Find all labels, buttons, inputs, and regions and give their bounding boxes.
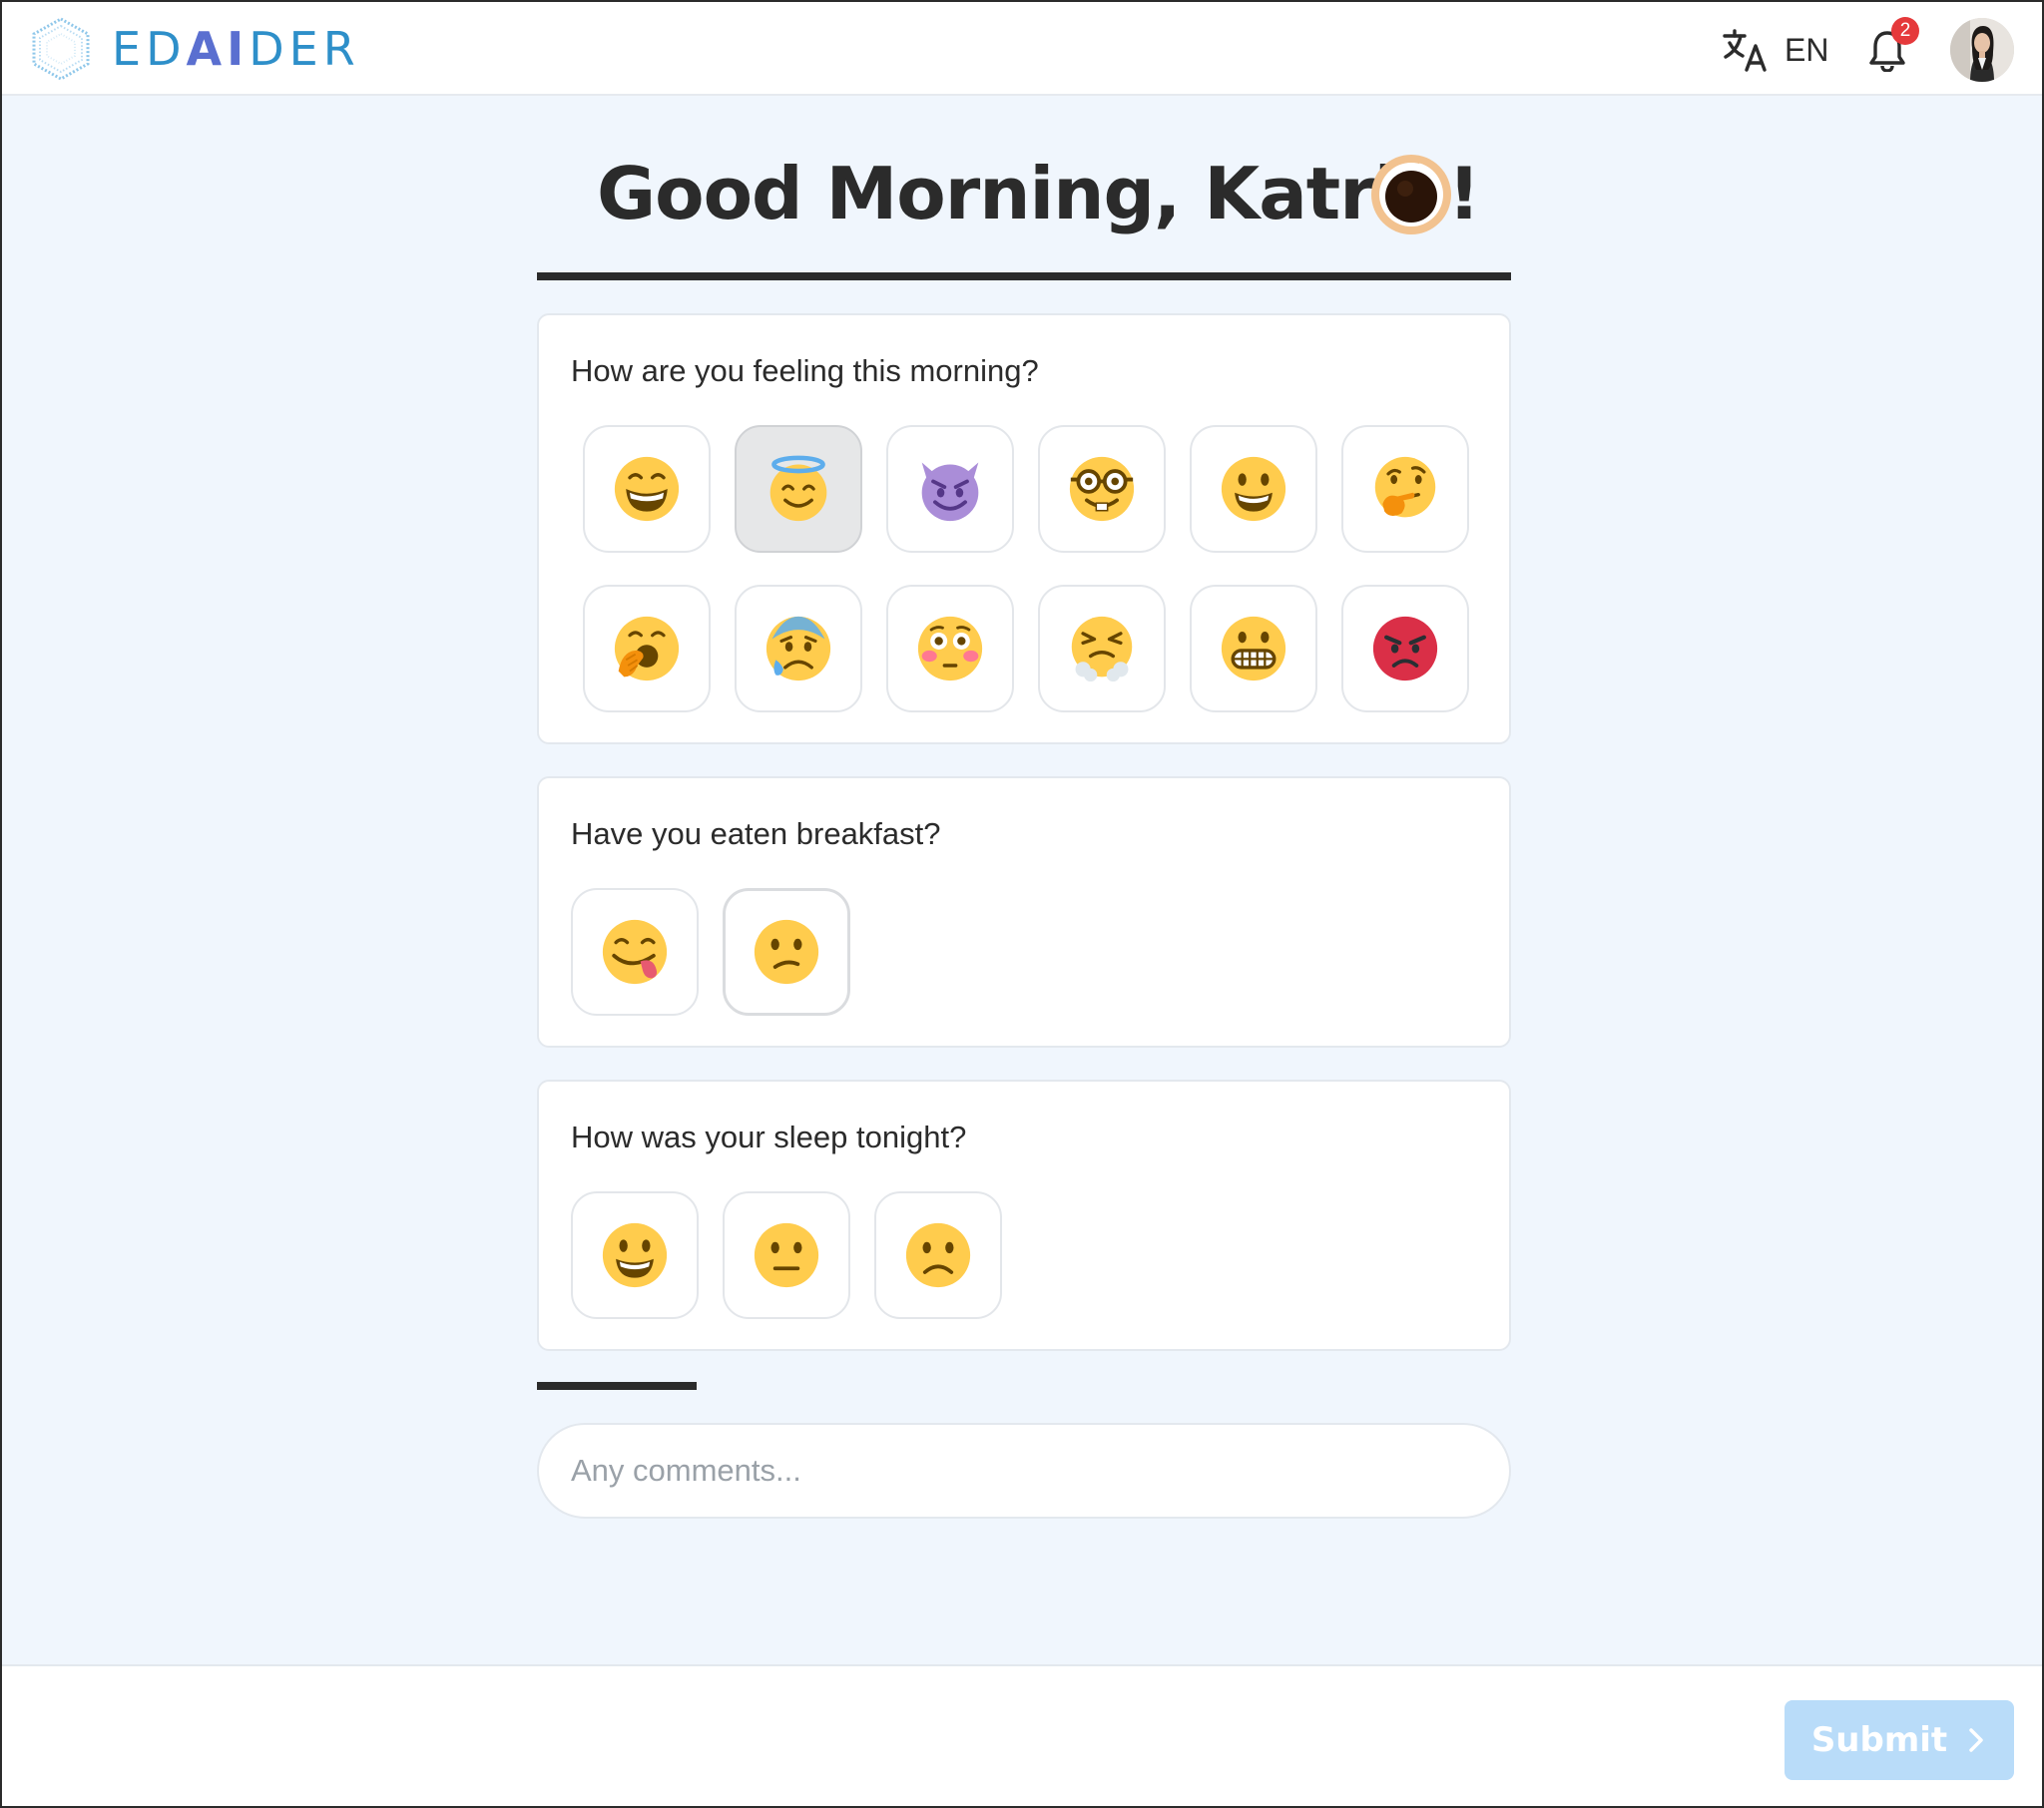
steam-from-nose-emoji-button[interactable] xyxy=(1038,585,1166,712)
confused-icon xyxy=(754,919,819,985)
footer-bar: Submit xyxy=(2,1664,2042,1806)
sleep-card: How was your sleep tonight? xyxy=(537,1080,1511,1351)
smiling-devil-icon xyxy=(921,462,979,522)
pouting-icon xyxy=(1372,616,1438,681)
smiley-icon xyxy=(1221,456,1286,522)
translate-icon[interactable] xyxy=(1721,26,1769,74)
smiley-emoji-button[interactable] xyxy=(571,1191,699,1319)
grinning-squinting-icon xyxy=(614,456,680,522)
yum-emoji-button[interactable] xyxy=(571,888,699,1016)
grinning-squinting-emoji-button[interactable] xyxy=(583,425,711,553)
app-frame: EDAIDER EN 2 Good Morning, Katrin! How a… xyxy=(0,0,2044,1808)
greeting-section: Good Morning, Katrin! xyxy=(537,147,1511,280)
pouting-emoji-button[interactable] xyxy=(1341,585,1469,712)
slightly-frowning-icon xyxy=(905,1222,971,1288)
nerd-emoji-button[interactable] xyxy=(1038,425,1166,553)
coffee-icon xyxy=(1371,155,1451,234)
breakfast-card: Have you eaten breakfast? xyxy=(537,776,1511,1048)
page-title: Good Morning, Katrin! xyxy=(597,152,1480,235)
steam-from-nose-icon xyxy=(1071,616,1133,682)
avatar-image xyxy=(1950,18,2014,82)
comments-input[interactable] xyxy=(537,1423,1511,1519)
flushed-emoji-button[interactable] xyxy=(886,585,1014,712)
grimacing-emoji-button[interactable] xyxy=(1190,585,1317,712)
smiley-emoji-button[interactable] xyxy=(1190,425,1317,553)
smiling-halo-icon xyxy=(769,455,827,522)
yawning-emoji-button[interactable] xyxy=(583,585,711,712)
thinking-icon xyxy=(1374,456,1436,518)
language-label[interactable]: EN xyxy=(1785,32,1828,68)
confused-emoji-button[interactable] xyxy=(723,888,850,1016)
question-label: How was your sleep tonight? xyxy=(571,1120,967,1154)
chevron-right-icon xyxy=(1969,1728,1983,1752)
top-bar: EDAIDER EN 2 xyxy=(2,2,2042,96)
nerd-icon xyxy=(1069,456,1135,522)
notification-badge: 2 xyxy=(1891,17,1919,45)
question-label: Have you eaten breakfast? xyxy=(571,816,941,851)
thinking-emoji-button[interactable] xyxy=(1341,425,1469,553)
slightly-frowning-emoji-button[interactable] xyxy=(874,1191,1002,1319)
anxious-sweat-icon xyxy=(766,616,831,681)
smiling-halo-emoji-button[interactable] xyxy=(735,425,862,553)
anxious-sweat-emoji-button[interactable] xyxy=(735,585,862,712)
user-avatar[interactable] xyxy=(1950,18,2014,82)
question-label: How are you feeling this morning? xyxy=(571,353,1039,388)
logo[interactable]: EDAIDER xyxy=(30,16,360,82)
comments-divider xyxy=(537,1382,697,1390)
flushed-icon xyxy=(917,616,983,681)
neutral-emoji-button[interactable] xyxy=(723,1191,850,1319)
smiling-devil-emoji-button[interactable] xyxy=(886,425,1014,553)
submit-label: Submit xyxy=(1810,1720,1948,1760)
submit-button[interactable]: Submit xyxy=(1785,1700,2014,1780)
grimacing-icon xyxy=(1221,616,1286,681)
yawning-icon xyxy=(614,616,680,681)
logo-text: EDAIDER xyxy=(112,22,360,76)
yum-icon xyxy=(602,919,668,985)
hexagon-logo-icon xyxy=(32,17,90,81)
feeling-card: How are you feeling this morning? xyxy=(537,313,1511,744)
smiley-icon xyxy=(602,1222,668,1288)
neutral-icon xyxy=(754,1222,819,1288)
title-divider xyxy=(537,272,1511,280)
